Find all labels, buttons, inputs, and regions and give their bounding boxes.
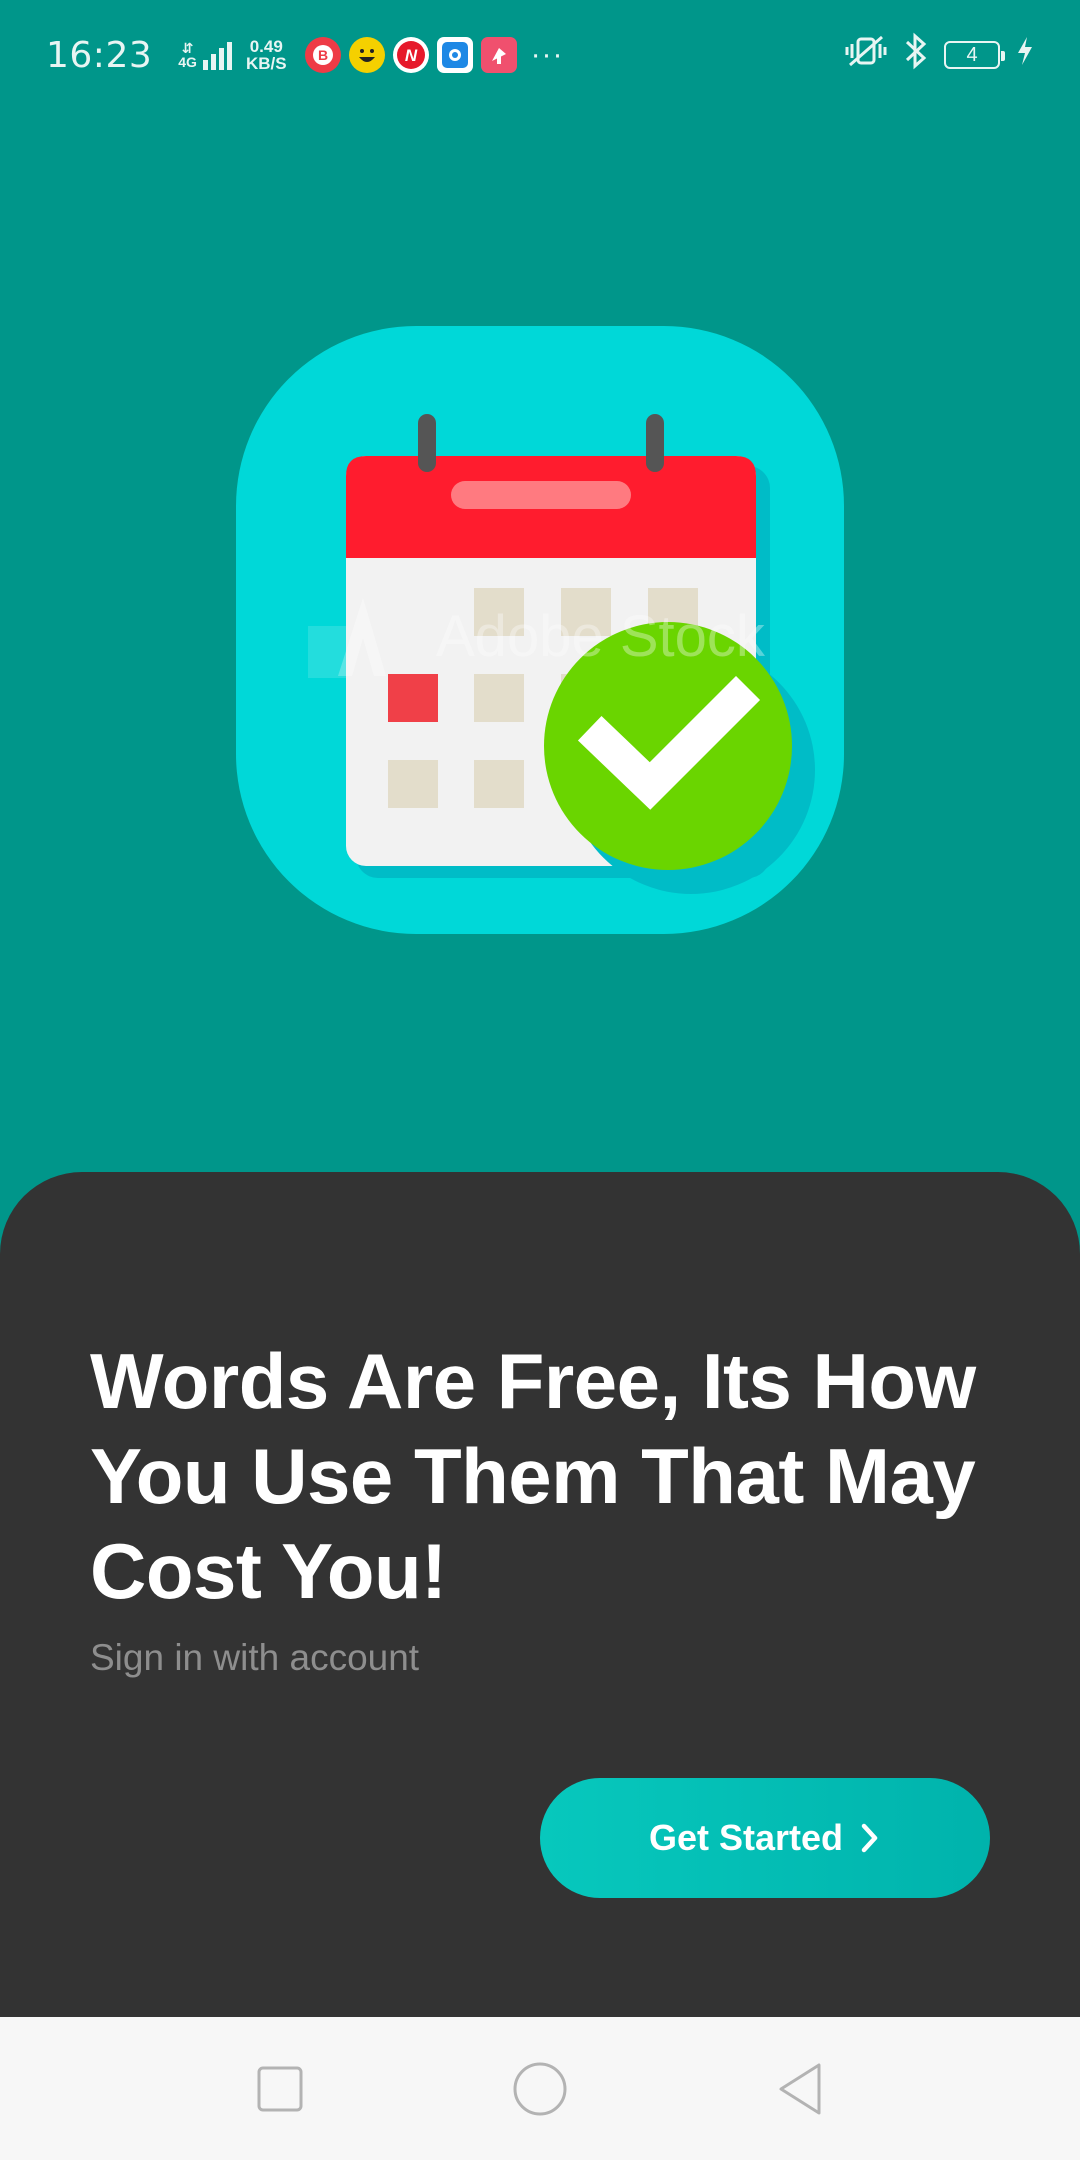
back-icon xyxy=(779,2063,821,2114)
onboarding-headline: Words Are Free, Its How You Use Them Tha… xyxy=(90,1337,976,1615)
vibrate-icon xyxy=(844,33,888,78)
home-button[interactable] xyxy=(490,2039,590,2139)
network-type: ⇵ 4G xyxy=(178,41,197,69)
chevron-right-icon xyxy=(861,1823,878,1853)
charging-icon xyxy=(1016,36,1034,75)
watermark-text: Adobe Stock xyxy=(436,604,766,669)
svg-text:N: N xyxy=(404,46,417,65)
speed-unit: KB/S xyxy=(245,54,287,73)
onboarding-sheet: Words Are Free, Its How You Use Them Tha… xyxy=(0,1172,1080,2017)
bluetooth-icon xyxy=(904,32,928,79)
screen: 16:23 ⇵ 4G 0.49 KB/S B N ··· 4 Adobe Sto… xyxy=(0,0,1080,2160)
get-started-label: Get Started xyxy=(648,1817,844,1858)
calendar-check-icon: Adobe Stock xyxy=(236,326,844,934)
battery-icon: 4 xyxy=(944,41,1005,69)
navigation-bar xyxy=(0,2017,1080,2160)
status-time: 16:23 xyxy=(46,34,153,76)
pink-app-icon xyxy=(480,37,517,73)
battery-level: 4 xyxy=(966,43,978,66)
calendar-check-illustration: Adobe Stock xyxy=(236,326,844,934)
recent-apps-button[interactable] xyxy=(230,2039,330,2139)
app-b-icon: B xyxy=(304,37,341,73)
signal-icon xyxy=(202,40,232,70)
notification-icons: B N xyxy=(304,37,517,73)
status-right: 4 xyxy=(844,32,1034,79)
data-arrows-icon: ⇵ xyxy=(181,40,194,56)
speed-value: 0.49 xyxy=(249,37,283,56)
blue-app-icon xyxy=(436,37,473,73)
network-type-label: 4G xyxy=(178,54,197,70)
back-button[interactable] xyxy=(750,2039,850,2139)
more-notifications-icon: ··· xyxy=(530,38,564,71)
status-bar: 16:23 ⇵ 4G 0.49 KB/S B N ··· 4 xyxy=(0,0,1080,110)
network-speed: 0.49 KB/S xyxy=(246,38,287,72)
recent-apps-icon xyxy=(257,2066,303,2111)
emoji-icon xyxy=(348,37,385,73)
network-indicator: ⇵ 4G 0.49 KB/S xyxy=(178,38,286,72)
home-icon xyxy=(513,2062,567,2115)
sign-in-text: Sign in with account xyxy=(90,1637,420,1678)
news-n-icon: N xyxy=(392,37,429,73)
svg-text:B: B xyxy=(318,47,328,63)
get-started-button[interactable]: Get Started xyxy=(540,1778,990,1898)
